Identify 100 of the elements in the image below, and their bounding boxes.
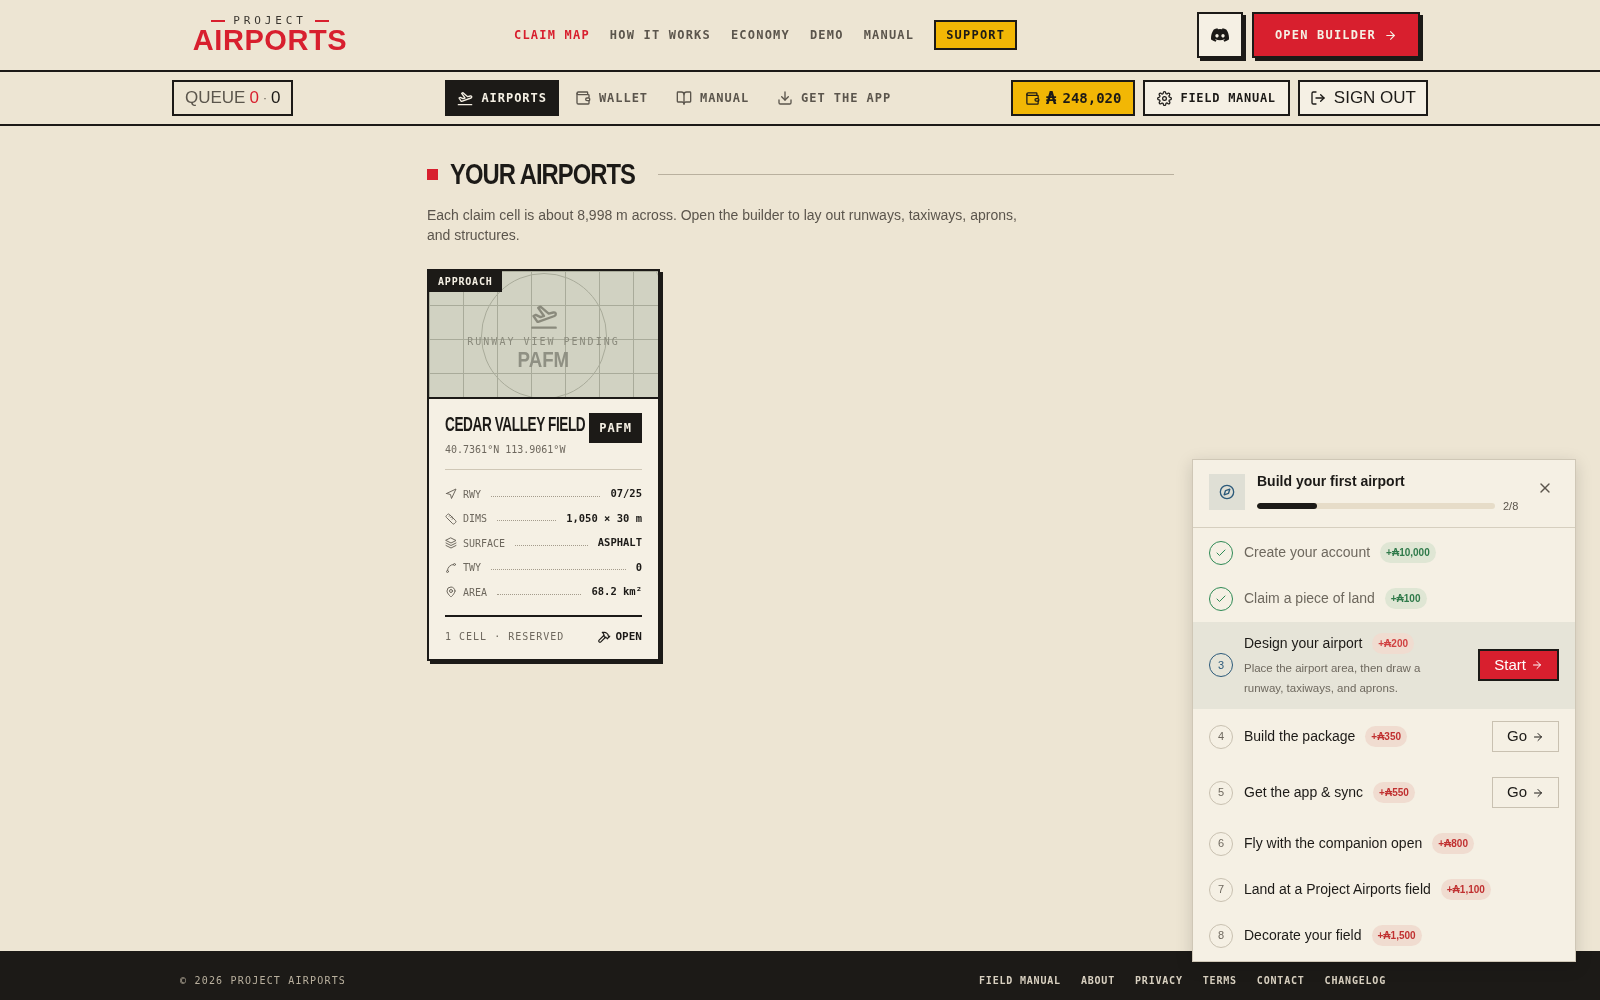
footer-link[interactable]: ABOUT	[1080, 973, 1115, 988]
step-row[interactable]: 3 Design your airport +₳200 Place the airport area, then draw a runway, taxiways, and aprons. Start	[1193, 621, 1575, 709]
queue-label: QUEUE	[185, 87, 246, 110]
nav-link[interactable]: DEMO	[809, 26, 844, 44]
navigation-arrow-icon	[445, 488, 457, 501]
reward-badge: +₳1,100	[1440, 879, 1491, 900]
nav-link[interactable]: CLAIM MAP	[514, 26, 590, 44]
balance-amount: 248,020	[1062, 88, 1122, 108]
separator-dot: ·	[262, 90, 267, 107]
airport-name: CEDAR VALLEY FIELD	[445, 413, 586, 435]
curve-icon	[445, 561, 457, 574]
discord-button[interactable]	[1197, 12, 1243, 58]
chat-bubble-icon	[1211, 28, 1229, 42]
arrow-right-icon	[1532, 730, 1544, 743]
layers-icon	[445, 537, 457, 550]
step-row[interactable]: 7 Land at a Project Airports field +₳1,100	[1193, 866, 1575, 913]
step-action-button[interactable]: Go	[1492, 777, 1559, 808]
step-row[interactable]: 5 Get the app & sync +₳550 Go	[1193, 764, 1575, 821]
reward-badge: +₳200	[1372, 632, 1415, 654]
tab[interactable]: GET THE APP	[765, 80, 904, 116]
square-marker-icon	[427, 169, 438, 180]
balance-button[interactable]: ₳ 248,020	[1010, 80, 1136, 116]
stat-value: 0	[635, 559, 642, 575]
stat-label: AREA	[463, 585, 488, 600]
ruler-icon	[445, 512, 457, 525]
step-title: Design your airport	[1244, 633, 1363, 653]
step-row[interactable]: Claim a piece of land +₳100	[1193, 575, 1575, 622]
sign-out-button[interactable]: SIGN OUT	[1297, 80, 1428, 116]
tab[interactable]: WALLET	[562, 80, 660, 116]
stat-label: DIMS	[463, 512, 488, 527]
field-manual-button[interactable]: FIELD MANUAL	[1143, 80, 1290, 116]
step-action-button[interactable]: Go	[1492, 721, 1559, 752]
airport-coordinates: 40.7361°N 113.9061°W	[445, 443, 567, 457]
support-button[interactable]: SUPPORT	[934, 20, 1018, 50]
reward-badge: +₳550	[1373, 782, 1415, 803]
reward-badge: +₳800	[1432, 833, 1474, 854]
open-builder-button[interactable]: OPEN BUILDER	[1252, 12, 1420, 58]
settings-icon	[1157, 90, 1173, 106]
wallet-icon	[1024, 90, 1040, 106]
section-title: YOUR AIRPORTS	[450, 160, 635, 189]
tab[interactable]: MANUAL	[664, 80, 762, 116]
airport-code-badge: PAFM	[589, 413, 642, 443]
hammer-icon	[596, 629, 611, 644]
stat-label: SURFACE	[463, 536, 506, 551]
footer-link[interactable]: TERMS	[1202, 973, 1237, 988]
step-title: Decorate your field	[1244, 926, 1362, 945]
reward-badge: +₳10,000	[1380, 542, 1436, 563]
nav-link[interactable]: ECONOMY	[730, 26, 790, 44]
progress-count: 2/8	[1503, 499, 1519, 514]
stat-value: ASPHALT	[597, 535, 642, 551]
placeholder-text: RUNWAY VIEW PENDING	[467, 334, 620, 349]
step-action-button[interactable]: Start	[1478, 649, 1559, 681]
step-title: Build the package	[1244, 727, 1356, 746]
step-row[interactable]: 4 Build the package +₳350 Go	[1193, 708, 1575, 765]
plane-landing-icon	[457, 90, 474, 106]
airport-card[interactable]: RUNWAY VIEW PENDING PAFM APPROACH CEDAR VALLEY FIELD 40.7361°N 113.9061°W PAFM RWY 07/25 DIMS 1,050 × 30 m SURFACE ASPHALT TWY 0 AREA 68.2 km² 1 CELL · RESERVED OPEN	[427, 269, 660, 661]
step-title: Create your account	[1244, 543, 1371, 562]
arrow-right-icon	[1532, 786, 1544, 799]
stat-value: 1,050 × 30 m	[566, 510, 642, 526]
stat-value: 07/25	[610, 486, 642, 502]
nav-link[interactable]: HOW IT WORKS	[609, 26, 711, 44]
step-title: Fly with the companion open	[1244, 834, 1423, 853]
map-pin-icon	[445, 586, 457, 599]
step-row[interactable]: Create your account +₳10,000	[1193, 529, 1575, 576]
step-title: Claim a piece of land	[1244, 589, 1375, 608]
logo-wordmark: AIRPORTS	[192, 26, 348, 55]
open-link[interactable]: OPEN	[596, 628, 642, 645]
logo-subtitle: PROJECT	[233, 15, 307, 26]
panel-title: Build your first airport	[1257, 472, 1406, 490]
card-status: 1 CELL · RESERVED	[445, 630, 565, 645]
reward-badge: +₳1,500	[1371, 925, 1422, 946]
footer-link[interactable]: PRIVACY	[1135, 973, 1183, 988]
download-icon	[777, 90, 794, 106]
stat-value: 68.2 km²	[591, 584, 642, 600]
currency-symbol: ₳	[1045, 89, 1057, 107]
book-icon	[676, 90, 692, 106]
copyright-text: © 2026 PROJECT AIRPORTS	[180, 974, 347, 988]
footer-link[interactable]: CONTACT	[1256, 973, 1305, 988]
step-row[interactable]: 8 Decorate your field +₳1,500	[1193, 912, 1575, 959]
logout-icon	[1309, 90, 1326, 106]
intro-text: Each claim cell is about 8,998 m across. Open the builder to lay out runways, taxiways, aprons, and structures.	[427, 206, 1018, 245]
wallet-icon	[574, 90, 591, 106]
footer-link[interactable]: FIELD MANUAL	[979, 973, 1061, 988]
nav-link[interactable]: MANUAL	[863, 26, 915, 44]
arrow-right-icon	[1384, 28, 1398, 42]
step-title: Land at a Project Airports field	[1244, 880, 1431, 899]
tab[interactable]: AIRPORTS	[445, 80, 559, 116]
approach-tag: APPROACH	[429, 271, 502, 292]
reward-badge: +₳100	[1384, 588, 1427, 609]
queue-count: 0	[270, 87, 281, 110]
compass-icon	[1209, 474, 1245, 510]
step-row[interactable]: 6 Fly with the companion open +₳800	[1193, 820, 1575, 867]
reward-badge: +₳350	[1365, 726, 1408, 747]
logo[interactable]: PROJECT AIRPORTS	[180, 15, 360, 55]
stat-label: RWY	[463, 487, 482, 502]
queue-count: 0	[249, 87, 259, 110]
step-description: Place the airport area, then draw a runway, taxiways, and aprons.	[1244, 660, 1422, 696]
stat-label: TWY	[463, 561, 482, 576]
arrow-right-icon	[1531, 659, 1543, 671]
footer-link[interactable]: CHANGELOG	[1324, 973, 1386, 988]
